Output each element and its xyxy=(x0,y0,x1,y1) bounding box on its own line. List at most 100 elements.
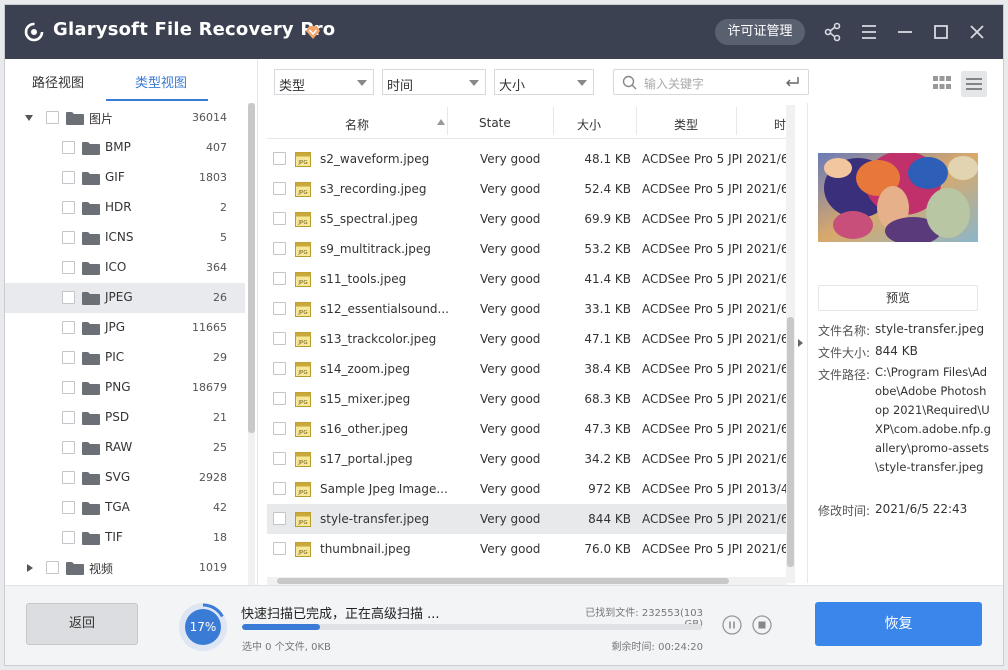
tree-item[interactable]: 图片 36014 xyxy=(5,103,245,133)
file-list-horizontal-scrollbar[interactable] xyxy=(267,577,787,585)
column-name-header[interactable]: 名称 xyxy=(345,116,369,133)
file-row-checkbox[interactable] xyxy=(273,152,286,165)
tree-item-checkbox[interactable] xyxy=(62,291,75,304)
tree-item[interactable]: SVG 2928 xyxy=(5,463,245,493)
collapse-preview-arrow-icon[interactable] xyxy=(798,339,803,347)
file-row[interactable]: JPG thumbnail.jpeg Very good 76.0 KB ACDSee … xyxy=(267,534,793,564)
tree-item-checkbox[interactable] xyxy=(62,351,75,364)
grid-view-icon[interactable] xyxy=(933,76,951,90)
tree-item[interactable]: ICNS 5 xyxy=(5,223,245,253)
column-divider[interactable] xyxy=(553,107,554,135)
file-row-checkbox[interactable] xyxy=(273,212,286,225)
file-row[interactable]: JPG s17_portal.jpeg Very good 34.2 KB ACDSee… xyxy=(267,444,793,474)
column-divider[interactable] xyxy=(447,107,448,135)
chevron-down-icon[interactable] xyxy=(25,115,33,121)
file-row[interactable]: JPG s2_waveform.jpeg Very good 48.1 KB ACDSe… xyxy=(267,144,793,174)
license-management-button[interactable]: 许可证管理 xyxy=(715,19,805,45)
tree-item-checkbox[interactable] xyxy=(62,171,75,184)
menu-icon[interactable] xyxy=(856,19,882,45)
file-list-vertical-scrollbar[interactable] xyxy=(786,105,795,583)
pause-icon[interactable] xyxy=(722,615,742,635)
tree-item-checkbox[interactable] xyxy=(62,261,75,274)
column-time-header[interactable]: 时 xyxy=(774,116,786,133)
tab-type-view[interactable]: 类型视图 xyxy=(135,72,187,91)
tree-item[interactable]: BMP 407 xyxy=(5,133,245,163)
tree-item-checkbox[interactable] xyxy=(46,111,59,124)
tree-item-checkbox[interactable] xyxy=(62,141,75,154)
tree-item-checkbox[interactable] xyxy=(62,321,75,334)
sidebar-scrollbar[interactable] xyxy=(248,103,255,585)
minimize-icon[interactable] xyxy=(892,19,918,45)
column-size-header[interactable]: 大小 xyxy=(577,116,601,133)
file-row-checkbox[interactable] xyxy=(273,422,286,435)
column-state-header[interactable]: State xyxy=(479,116,511,130)
tree-item-checkbox[interactable] xyxy=(62,441,75,454)
file-row[interactable]: JPG s13_trackcolor.jpeg Very good 47.1 KB AC… xyxy=(267,324,793,354)
file-row-checkbox[interactable] xyxy=(273,332,286,345)
file-row-checkbox[interactable] xyxy=(273,482,286,495)
recover-button[interactable]: 恢复 xyxy=(815,602,982,646)
tree-item[interactable]: 视频 1019 xyxy=(5,553,245,583)
share-icon[interactable] xyxy=(820,19,846,45)
size-filter-dropdown[interactable]: 大小 xyxy=(494,69,594,95)
file-row-checkbox[interactable] xyxy=(273,182,286,195)
file-row-checkbox[interactable] xyxy=(273,272,286,285)
tree-item[interactable]: ICO 364 xyxy=(5,253,245,283)
tree-item-checkbox[interactable] xyxy=(62,411,75,424)
file-type: ACDSee Pro 5 JPI 2021/6/ xyxy=(642,332,793,346)
enter-icon[interactable] xyxy=(784,76,800,89)
file-row[interactable]: JPG s5_spectral.jpeg Very good 69.9 KB ACDSe… xyxy=(267,204,793,234)
sidebar-scrollbar-thumb[interactable] xyxy=(248,103,255,433)
file-row[interactable]: JPG s9_multitrack.jpeg Very good 53.2 KB ACD… xyxy=(267,234,793,264)
file-row[interactable]: JPG s16_other.jpeg Very good 47.3 KB ACDSee … xyxy=(267,414,793,444)
tree-item[interactable]: PIC 29 xyxy=(5,343,245,373)
search-input[interactable]: 输入关键字 xyxy=(613,69,809,95)
preview-button[interactable]: 预览 xyxy=(818,285,978,311)
time-filter-dropdown[interactable]: 时间 xyxy=(382,69,486,95)
file-row-checkbox[interactable] xyxy=(273,362,286,375)
chevron-right-icon[interactable] xyxy=(27,564,33,572)
tree-item-checkbox[interactable] xyxy=(46,561,59,574)
tree-item[interactable]: GIF 1803 xyxy=(5,163,245,193)
file-row-checkbox[interactable] xyxy=(273,452,286,465)
tab-path-view[interactable]: 路径视图 xyxy=(32,72,84,91)
file-row-checkbox[interactable] xyxy=(273,512,286,525)
tree-item[interactable]: HDR 2 xyxy=(5,193,245,223)
file-row[interactable]: JPG s15_mixer.jpeg Very good 68.3 KB ACDSee … xyxy=(267,384,793,414)
list-view-button[interactable] xyxy=(961,71,987,97)
tree-item[interactable]: JPEG 26 xyxy=(5,283,245,313)
file-row-checkbox[interactable] xyxy=(273,392,286,405)
column-divider[interactable] xyxy=(636,107,637,135)
back-button[interactable]: 返回 xyxy=(26,603,138,645)
column-type-header[interactable]: 类型 xyxy=(674,116,698,133)
vertical-scrollbar-thumb[interactable] xyxy=(787,317,794,567)
column-divider[interactable] xyxy=(736,107,737,135)
file-row[interactable]: JPG s3_recording.jpeg Very good 52.4 KB ACDS… xyxy=(267,174,793,204)
file-path-label: 文件路径: xyxy=(818,368,871,382)
stop-icon[interactable] xyxy=(752,615,772,635)
file-row[interactable]: JPG style-transfer.jpeg Very good 844 KB ACD… xyxy=(267,504,793,534)
tree-item-checkbox[interactable] xyxy=(62,471,75,484)
file-row[interactable]: JPG Sample Jpeg Image... Very good 972 KB AC… xyxy=(267,474,793,504)
tree-item[interactable]: JPG 11665 xyxy=(5,313,245,343)
file-row-checkbox[interactable] xyxy=(273,302,286,315)
tree-item[interactable]: RAW 25 xyxy=(5,433,245,463)
file-row-checkbox[interactable] xyxy=(273,242,286,255)
file-row[interactable]: JPG s14_zoom.jpeg Very good 38.4 KB ACDSee P… xyxy=(267,354,793,384)
tree-item[interactable]: PNG 18679 xyxy=(5,373,245,403)
type-filter-dropdown[interactable]: 类型 xyxy=(274,69,374,95)
tree-item[interactable]: TIF 18 xyxy=(5,523,245,553)
tree-item-checkbox[interactable] xyxy=(62,231,75,244)
tree-item-checkbox[interactable] xyxy=(62,381,75,394)
maximize-icon[interactable] xyxy=(928,19,954,45)
tree-item[interactable]: TGA 42 xyxy=(5,493,245,523)
tree-item-checkbox[interactable] xyxy=(62,501,75,514)
close-icon[interactable] xyxy=(964,19,990,45)
horizontal-scrollbar-thumb[interactable] xyxy=(277,578,729,584)
tree-item-checkbox[interactable] xyxy=(62,531,75,544)
file-row[interactable]: JPG s12_essentialsound.... Very good 33.1 K… xyxy=(267,294,793,324)
file-row[interactable]: JPG s11_tools.jpeg Very good 41.4 KB ACDSee … xyxy=(267,264,793,294)
tree-item[interactable]: PSD 21 xyxy=(5,403,245,433)
tree-item-checkbox[interactable] xyxy=(62,201,75,214)
file-row-checkbox[interactable] xyxy=(273,542,286,555)
